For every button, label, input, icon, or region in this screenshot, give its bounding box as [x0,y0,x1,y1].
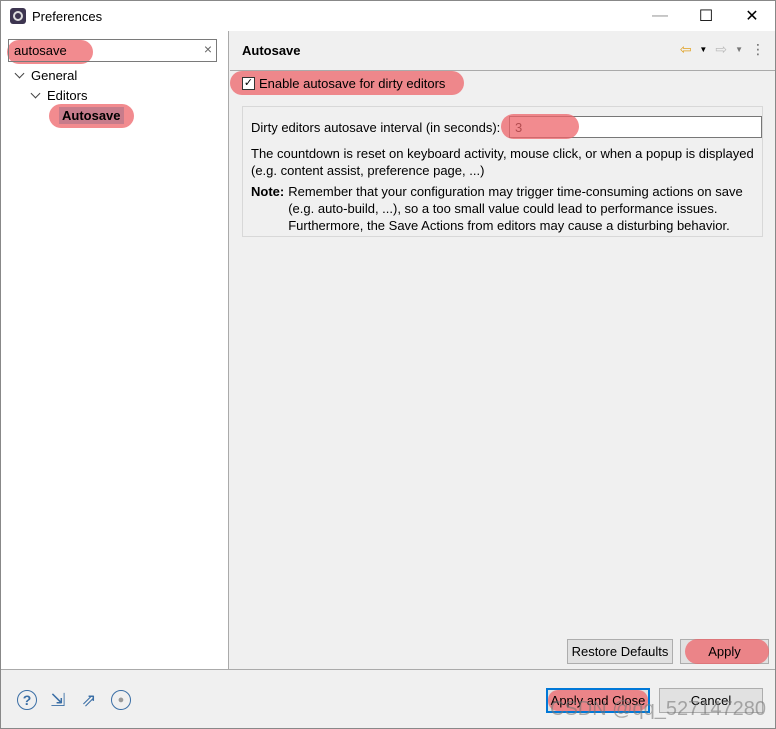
export-icon[interactable]: ⇗ [79,690,99,710]
window-title: Preferences [32,8,103,24]
checkbox-checked-icon[interactable]: ✓ [242,77,255,90]
tree-item-editors[interactable]: Editors [30,88,88,103]
minimize-button[interactable]: — [637,1,683,31]
import-icon[interactable]: ⇲ [48,690,68,710]
note-text: Remember that your configuration may tri… [288,184,743,233]
chevron-down-icon[interactable] [14,68,25,79]
page-title: Autosave [242,43,301,58]
record-icon[interactable]: ● [111,690,131,710]
eclipse-icon [10,8,26,24]
preference-page: Autosave ⇦ ▼ ⇨ ▼ ⋮ ✓ Enable autosave for… [230,31,775,669]
chevron-down-icon[interactable] [30,88,41,99]
watermark: CSDN @qq_527147280 [550,698,767,720]
description-text: The countdown is reset on keyboard activ… [251,146,754,178]
back-dropdown-icon[interactable]: ▼ [699,45,707,54]
apply-button[interactable]: Apply [680,639,769,664]
tree-item-autosave[interactable]: Autosave [59,107,124,124]
forward-dropdown-icon[interactable]: ▼ [735,45,743,54]
maximize-button[interactable]: ☐ [683,1,729,31]
forward-icon[interactable]: ⇨ [715,41,727,58]
tree-label: Editors [47,88,88,103]
preferences-window: Preferences — ☐ ✕ autosave × General Edi… [0,0,776,729]
help-icon[interactable]: ? [17,690,37,710]
clear-icon[interactable]: × [204,41,212,57]
apply-label: Apply [708,644,741,659]
title-bar: Preferences — ☐ ✕ [1,1,775,31]
enable-autosave-checkbox[interactable]: ✓ Enable autosave for dirty editors [242,76,445,91]
autosave-settings-group: Dirty editors autosave interval (in seco… [242,106,763,237]
tree-label: Autosave [59,107,124,124]
highlight-annotation [501,114,579,139]
filter-value: autosave [14,43,67,58]
restore-defaults-button[interactable]: Restore Defaults [567,639,673,664]
tree-item-general[interactable]: General [14,68,78,83]
tree-label: General [31,68,78,83]
note: Note: Remember that your configuration m… [251,183,756,234]
back-icon[interactable]: ⇦ [680,41,692,58]
interval-label: Dirty editors autosave interval (in seco… [251,120,501,135]
note-label: Note: [251,184,285,199]
sidebar: autosave × General Editors Autosave [1,31,229,669]
filter-input[interactable]: autosave × [8,39,217,62]
close-button[interactable]: ✕ [729,1,775,31]
page-toolbar: ⇦ ▼ ⇨ ▼ ⋮ [680,41,765,58]
checkbox-label: Enable autosave for dirty editors [259,76,446,91]
view-menu-icon[interactable]: ⋮ [751,41,765,58]
